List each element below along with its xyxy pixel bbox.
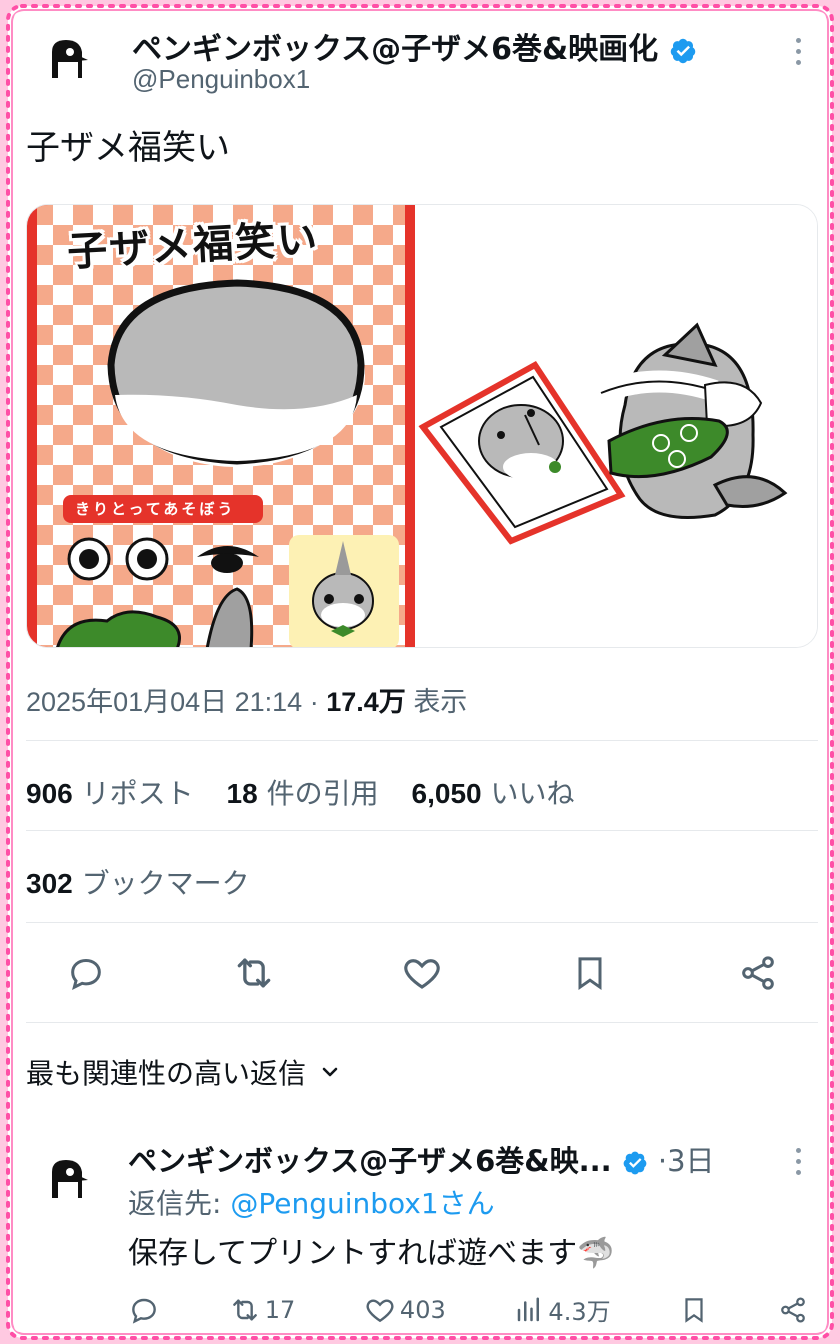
bookmark-icon — [578, 957, 602, 991]
reply-like-count: 403 — [399, 1295, 446, 1324]
divider — [26, 1022, 818, 1023]
penguin-avatar-icon — [39, 33, 93, 87]
share-icon — [781, 1297, 805, 1322]
author-name[interactable]: ペンギンボックス@子ザメ6巻&映画化 — [132, 24, 697, 68]
retweet-button[interactable] — [232, 951, 276, 995]
penguin-avatar-icon — [39, 1153, 93, 1207]
reply-text: 保存してプリントすれば遊べます🦈 — [128, 1236, 615, 1271]
retweet-icon — [232, 1298, 257, 1321]
engagement-stats: 906 リポスト 18 件の引用 6,050 いいね — [26, 772, 575, 812]
replies-sort-label: 最も関連性の高い返信 — [26, 1057, 307, 1090]
timestamp[interactable]: 2025年01月04日 21:14 — [26, 687, 302, 717]
like-icon — [366, 1298, 394, 1322]
reposts-stat[interactable]: 906 リポスト — [26, 777, 194, 810]
reply-reply-button[interactable] — [128, 1294, 160, 1326]
reply-share-button[interactable] — [778, 1295, 808, 1325]
reply-action-bar: 17 403 4.3万 — [128, 1292, 808, 1327]
image-caption: きりとってあそぼう — [75, 500, 236, 518]
reply-to-line: 返信先: @Penguinbox1さん — [128, 1187, 495, 1220]
share-button[interactable] — [736, 951, 780, 995]
tweet-card: ペンギンボックス@子ザメ6巻&映画化 @Penguinbox1 子ザメ福笑い 子… — [14, 12, 826, 1332]
media-image-right[interactable] — [415, 205, 817, 647]
divider — [26, 922, 818, 923]
share-icon — [742, 956, 774, 990]
chevron-down-icon — [322, 1067, 338, 1077]
reply-like-button[interactable]: 403 — [364, 1294, 446, 1326]
author-handle[interactable]: @Penguinbox1 — [132, 64, 310, 95]
likes-stat[interactable]: 6,050 いいね — [412, 777, 575, 810]
tweet-meta: 2025年01月04日 21:14 · 17.4万 表示 — [26, 687, 468, 717]
bookmarks-stat[interactable]: 302 ブックマーク — [26, 862, 250, 902]
retweet-icon — [237, 958, 271, 988]
tweet-media[interactable]: 子ザメ福笑い きりとってあそぼう — [26, 204, 818, 648]
reply-icon — [132, 1298, 156, 1324]
reply-avatar[interactable] — [36, 1150, 96, 1210]
views-icon — [518, 1297, 540, 1321]
reply-retweet-count: 17 — [264, 1295, 296, 1324]
reply-to-link[interactable]: @Penguinbox1さん — [230, 1187, 494, 1220]
reply-views[interactable]: 4.3万 — [514, 1292, 611, 1327]
more-icon[interactable] — [796, 38, 804, 71]
reply-time[interactable]: ·3日 — [658, 1144, 715, 1178]
quotes-stat[interactable]: 18 件の引用 — [227, 777, 379, 810]
reply-bookmark-button[interactable] — [679, 1295, 709, 1325]
replies-sort-dropdown[interactable]: 最も関連性の高い返信 — [26, 1052, 342, 1092]
reply-retweet-button[interactable]: 17 — [229, 1294, 296, 1326]
bookmark-button[interactable] — [568, 951, 612, 995]
action-bar — [26, 938, 818, 1008]
divider — [26, 740, 818, 741]
reply-author-name[interactable]: ペンギンボックス@子ザメ6巻&映... ·3日 — [128, 1138, 715, 1180]
bookmark-icon — [685, 1297, 703, 1323]
divider — [26, 830, 818, 831]
more-icon[interactable] — [796, 1148, 804, 1181]
verified-icon — [670, 38, 695, 63]
verified-icon — [623, 1151, 647, 1175]
reply-view-count: 4.3万 — [548, 1298, 611, 1326]
reply-icon — [71, 958, 101, 990]
view-count: 17.4万 — [326, 687, 406, 717]
reply-button[interactable] — [64, 951, 108, 995]
like-icon — [404, 959, 440, 989]
avatar[interactable] — [36, 30, 96, 90]
tweet-text: 子ザメ福笑い — [26, 128, 230, 168]
like-button[interactable] — [400, 951, 444, 995]
view-label: 表示 — [413, 687, 468, 717]
media-image-left[interactable]: 子ザメ福笑い きりとってあそぼう — [27, 205, 415, 647]
